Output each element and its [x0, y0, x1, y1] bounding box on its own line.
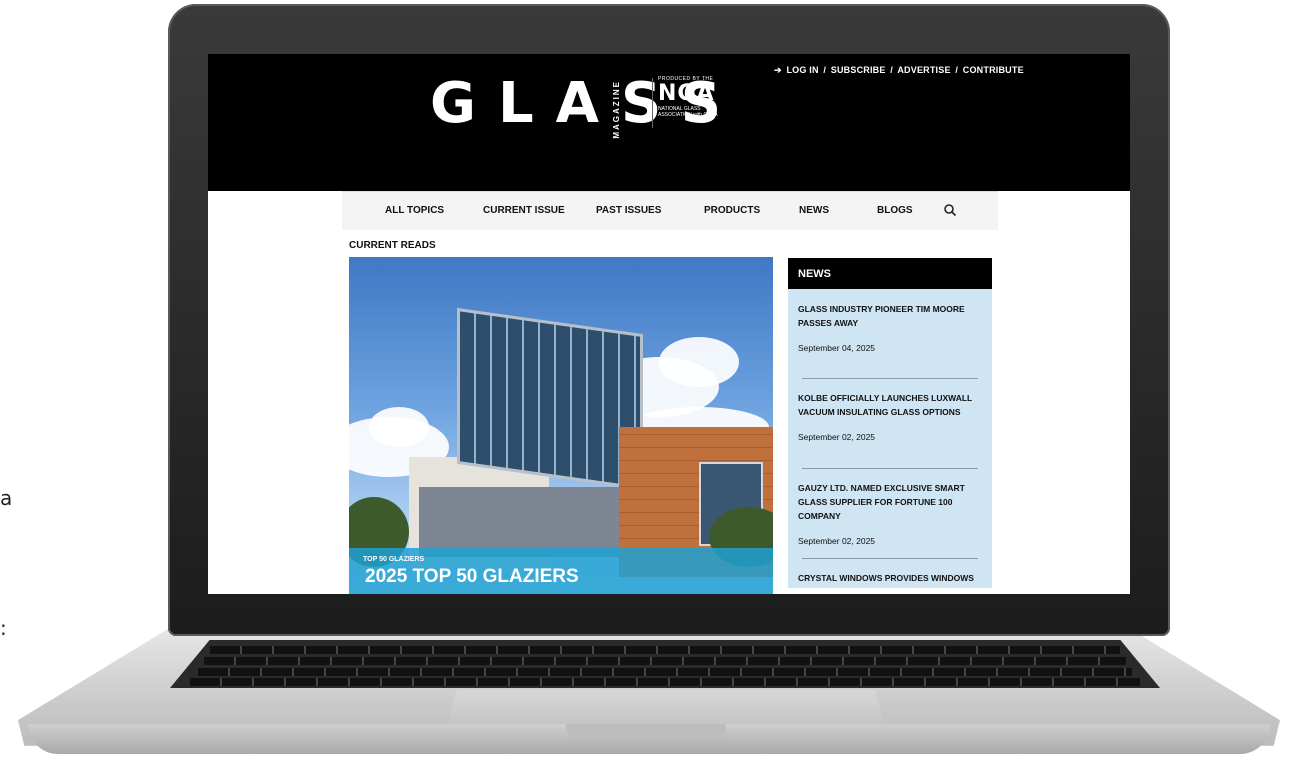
logo-divider — [652, 78, 653, 128]
nga-logo: NGA — [658, 81, 715, 106]
hero-caption: TOP 50 GLAZIERS 2025 TOP 50 GLAZIERS — [349, 548, 773, 594]
news-item-date: September 02, 2025 — [798, 536, 876, 546]
news-item-title[interactable]: CRYSTAL WINDOWS PROVIDES WINDOWS FOR — [798, 571, 984, 588]
nga-logo-block[interactable]: PRODUCED BY THE NGA NATIONAL GLASS ASSOC… — [658, 76, 738, 118]
news-item[interactable]: KOLBE OFFICIALLY LAUNCHES LUXWALL VACUUM… — [798, 391, 984, 442]
nav-all-topics[interactable]: ALL TOPICS — [385, 205, 444, 216]
news-item[interactable]: GLASS INDUSTRY PIONEER TIM MOORE PASSES … — [798, 302, 984, 353]
news-item-title[interactable]: GAUZY LTD. NAMED EXCLUSIVE SMART GLASS S… — [798, 481, 984, 523]
link-separator: / — [890, 65, 893, 75]
news-item[interactable]: CRYSTAL WINDOWS PROVIDES WINDOWS FOR — [798, 571, 984, 588]
login-link[interactable]: LOG IN — [786, 65, 818, 75]
login-icon[interactable]: ➔ — [774, 65, 782, 75]
main-nav: ALL TOPICS CURRENT ISSUE PAST ISSUES PRO… — [342, 191, 998, 230]
news-item-date: September 02, 2025 — [798, 432, 876, 442]
link-separator: / — [955, 65, 959, 75]
edge-text-fragment-2: : — [0, 616, 7, 640]
laptop-keyboard — [170, 640, 1160, 688]
nav-blogs[interactable]: BLOGS — [877, 205, 913, 216]
nav-current-issue[interactable]: CURRENT ISSUE — [483, 205, 565, 216]
laptop-notch — [566, 724, 726, 738]
nav-news[interactable]: NEWS — [799, 205, 829, 216]
nav-products[interactable]: PRODUCTS — [704, 205, 760, 216]
hero-feature-card[interactable]: TOP 50 GLAZIERS 2025 TOP 50 GLAZIERS — [349, 257, 773, 594]
utility-links: ➔ LOG IN / SUBSCRIBE / ADVERTISE / CONTR… — [774, 65, 1026, 76]
news-sidebar: NEWS GLASS INDUSTRY PIONEER TIM MOORE PA… — [788, 258, 992, 588]
news-item[interactable]: GAUZY LTD. NAMED EXCLUSIVE SMART GLASS S… — [798, 481, 984, 546]
hero-title[interactable]: 2025 TOP 50 GLAZIERS — [365, 566, 579, 588]
news-item-date: September 04, 2025 — [798, 343, 876, 353]
site-header: GLASS MAGAZINE PRODUCED BY THE NGA NATIO… — [208, 54, 1130, 191]
subscribe-link[interactable]: SUBSCRIBE — [831, 65, 886, 75]
nav-past-issues[interactable]: PAST ISSUES — [596, 205, 661, 216]
hero-category[interactable]: TOP 50 GLAZIERS — [363, 556, 424, 563]
news-item-title[interactable]: KOLBE OFFICIALLY LAUNCHES LUXWALL VACUUM… — [798, 391, 984, 419]
search-icon[interactable] — [943, 203, 957, 217]
news-header: NEWS — [788, 258, 992, 289]
magazine-label: MAGAZINE — [612, 80, 621, 139]
contribute-link[interactable]: CONTRIBUTE — [963, 65, 1024, 75]
link-separator: / — [823, 65, 827, 75]
edge-text-fragment-1: a — [0, 486, 13, 510]
news-divider — [802, 468, 978, 469]
news-heading: NEWS — [798, 268, 831, 280]
news-divider — [802, 378, 978, 379]
advertise-link[interactable]: ADVERTISE — [897, 65, 950, 75]
section-title: CURRENT READS — [349, 240, 436, 251]
nga-full-name: NATIONAL GLASS ASSOCIATION with GANA — [658, 106, 718, 118]
news-divider — [802, 558, 978, 559]
laptop-trackpad — [448, 690, 884, 724]
laptop-screen: GLASS MAGAZINE PRODUCED BY THE NGA NATIO… — [208, 54, 1130, 594]
news-item-title[interactable]: GLASS INDUSTRY PIONEER TIM MOORE PASSES … — [798, 302, 984, 330]
